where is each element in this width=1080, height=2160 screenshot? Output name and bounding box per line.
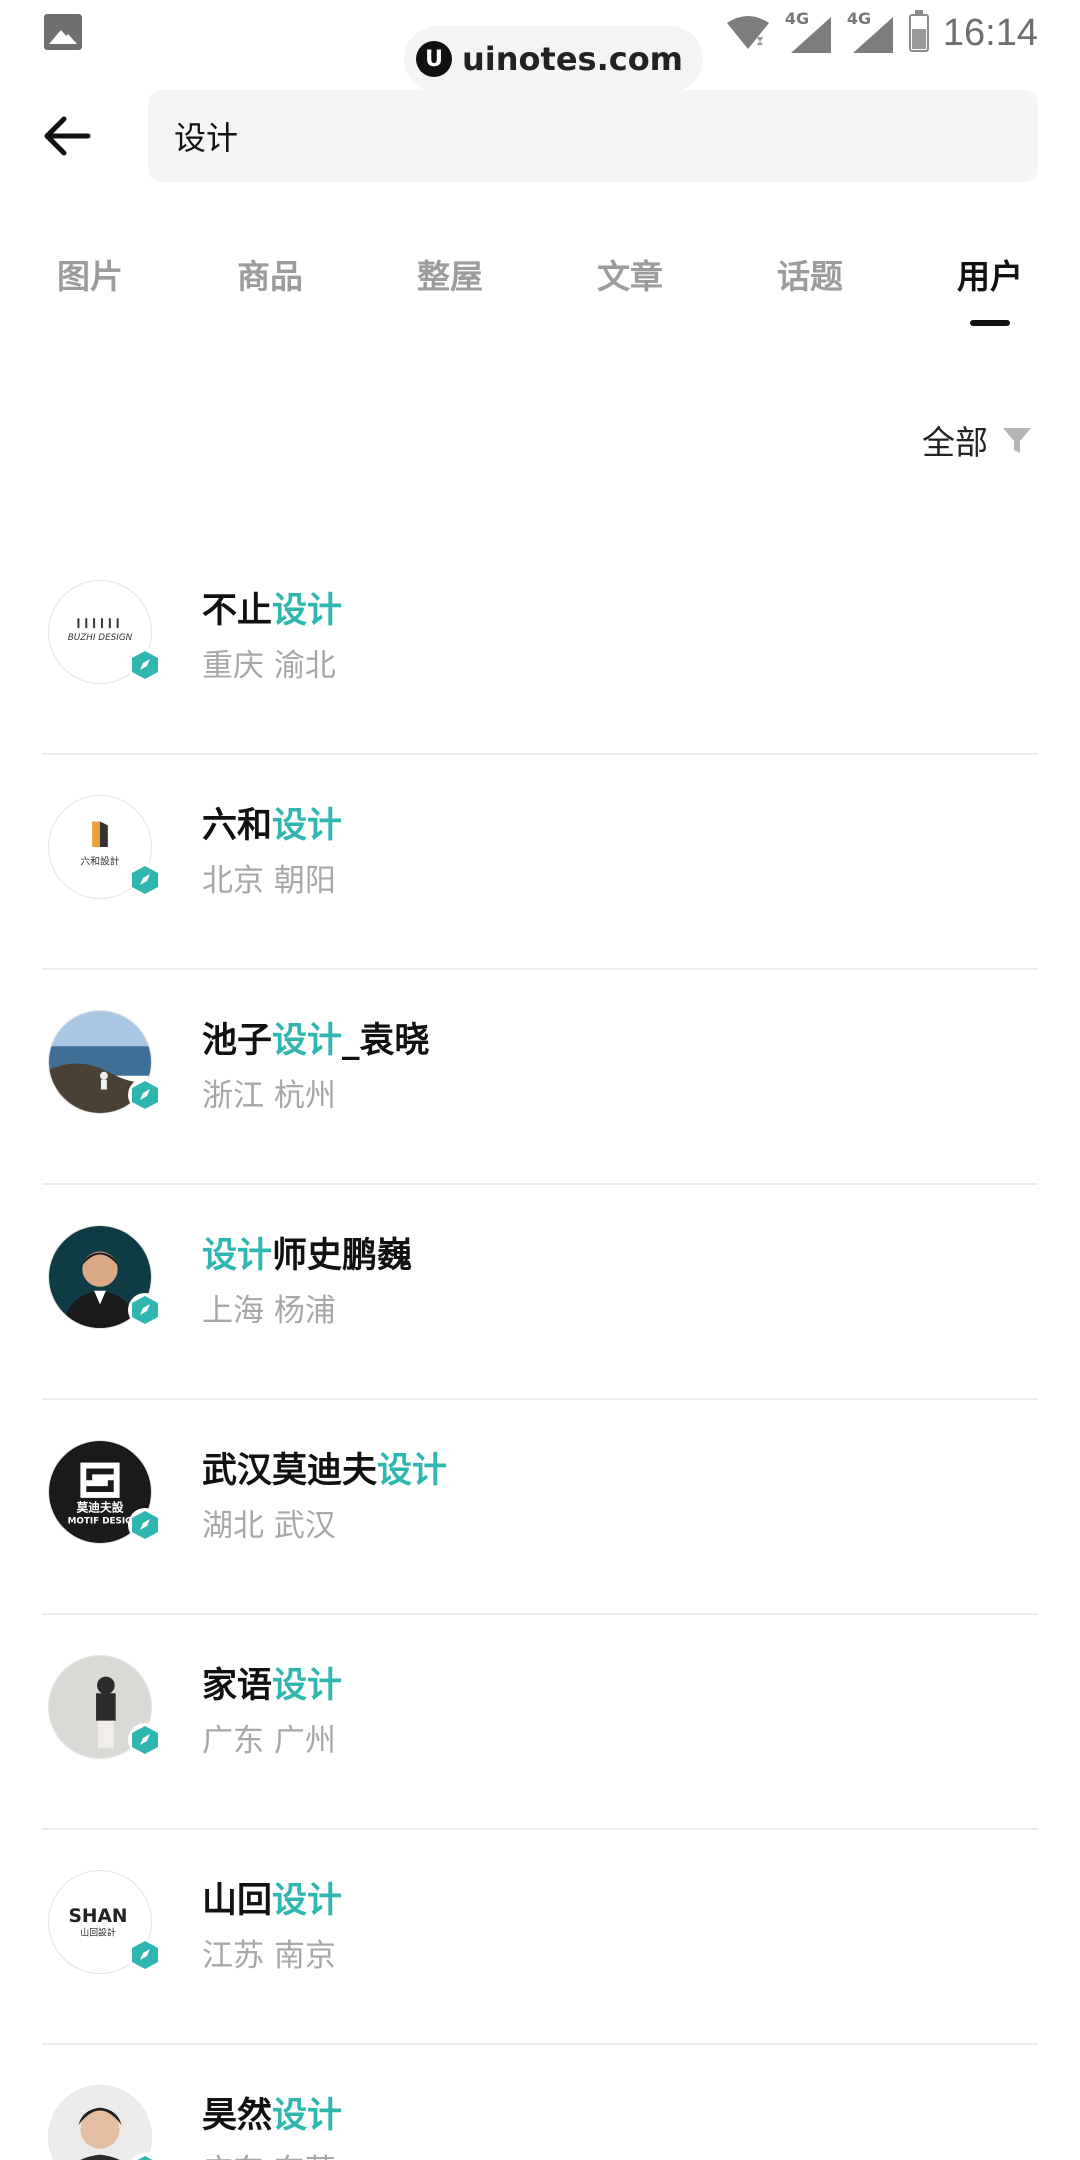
user-name: 武汉莫迪夫设计 [202, 1451, 448, 1491]
tab-whole-house[interactable]: 整屋 [390, 250, 510, 298]
avatar [48, 2085, 152, 2160]
avatar-text: 莫迪夫設 [76, 1501, 124, 1515]
tab-products[interactable]: 商品 [210, 250, 330, 298]
user-name: 山回设计 [202, 1881, 343, 1921]
user-row[interactable]: 莫迪夫設 MOTIF DESIG 武汉莫迪夫设计 湖北 武汉 [0, 1400, 1080, 1615]
tab-bar: 图片 商品 整屋 文章 话题 用户 [0, 250, 1080, 330]
user-name: 家语设计 [202, 1666, 343, 1706]
user-row[interactable]: 池子设计_袁晓 浙江 杭州 [0, 970, 1080, 1185]
user-name: 昊然设计 [202, 2096, 343, 2136]
wifi-icon [725, 15, 771, 51]
user-row[interactable]: 家语设计 广东 广州 [0, 1615, 1080, 1830]
user-location: 重庆 渝北 [202, 648, 336, 684]
battery-icon [908, 10, 929, 52]
status-icons: 4G 4G 16:14 [725, 8, 1038, 58]
verified-badge-icon [128, 1723, 162, 1757]
watermark: U uinotes.com [404, 26, 704, 92]
user-location: 江苏 南京 [202, 1938, 336, 1974]
user-row[interactable]: 六和設計 六和设计 北京 朝阳 [0, 755, 1080, 970]
avatar-text: MOTIF DESIG [68, 1516, 133, 1526]
user-row[interactable]: BUZHI DESIGN 不止设计 重庆 渝北 [0, 540, 1080, 755]
arrow-left-icon [44, 116, 91, 156]
avatar-text: 六和設計 [80, 855, 119, 868]
user-row[interactable]: 昊然设计 广东 东莞 [0, 2045, 1080, 2160]
verified-badge-icon [128, 863, 162, 897]
user-list: BUZHI DESIGN 不止设计 重庆 渝北 六和設計 六和设计 北京 朝阳 [0, 540, 1080, 2160]
search-input[interactable]: 设计 [148, 90, 1038, 182]
verified-badge-icon [128, 648, 162, 682]
network-label: 4G [784, 9, 810, 28]
watermark-logo-icon: U [416, 41, 452, 77]
verified-badge-icon [128, 1508, 162, 1542]
user-location: 广东 广州 [202, 1723, 336, 1759]
verified-badge-icon [128, 2153, 162, 2160]
watermark-text: uinotes.com [462, 40, 684, 78]
signal-icon: 4G [784, 9, 833, 55]
active-tab-indicator [970, 320, 1010, 326]
user-row[interactable]: 设计师史鹏巍 上海 杨浦 [0, 1185, 1080, 1400]
user-location: 北京 朝阳 [202, 863, 336, 899]
signal-icon: 4G [846, 9, 895, 55]
user-location: 上海 杨浦 [202, 1293, 336, 1329]
verified-badge-icon [128, 1078, 162, 1112]
user-location: 广东 东莞 [202, 2145, 336, 2160]
tab-articles[interactable]: 文章 [570, 250, 690, 298]
tab-images[interactable]: 图片 [30, 250, 150, 298]
tab-users[interactable]: 用户 [930, 250, 1050, 298]
user-name: 六和设计 [202, 806, 343, 846]
avatar-text: SHAN [69, 1906, 128, 1927]
user-name: 池子设计_袁晓 [202, 1021, 430, 1061]
avatar-text: 山回設計 [80, 1927, 115, 1939]
filter-icon [1003, 428, 1031, 453]
user-row[interactable]: SHAN 山回設計 山回设计 江苏 南京 [0, 1830, 1080, 2045]
back-button[interactable] [42, 108, 108, 164]
filter-label: 全部 [922, 423, 988, 462]
user-name: 设计师史鹏巍 [202, 1236, 413, 1276]
clock: 16:14 [942, 11, 1038, 54]
filter-button[interactable]: 全部 [922, 416, 1034, 464]
network-label: 4G [846, 9, 872, 28]
gallery-icon [44, 14, 82, 50]
tab-topics[interactable]: 话题 [750, 250, 870, 298]
user-location: 湖北 武汉 [202, 1508, 336, 1544]
user-name: 不止设计 [202, 591, 343, 631]
avatar-text: BUZHI DESIGN [68, 633, 133, 643]
verified-badge-icon [128, 1938, 162, 1972]
verified-badge-icon [128, 1293, 162, 1327]
user-location: 浙江 杭州 [202, 1078, 336, 1114]
